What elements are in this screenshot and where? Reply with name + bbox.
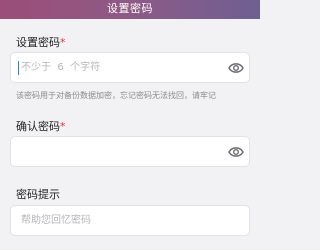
confirm-password-field[interactable] <box>10 136 250 167</box>
text-cursor <box>18 61 19 75</box>
confirm-password-label: 确认密码* <box>16 120 66 133</box>
set-password-label: 设置密码* <box>16 36 66 49</box>
password-hint-field[interactable]: 帮助您回忆密码 <box>10 205 250 236</box>
password-hint-label: 密码提示 <box>16 188 60 201</box>
required-mark: * <box>60 36 66 49</box>
required-mark: * <box>60 120 66 133</box>
set-password-field[interactable]: 不少于 6 个字符 <box>10 52 250 83</box>
page-title: 设置密码 <box>107 2 153 15</box>
set-password-hint: 该密码用于对备份数据加密，忘记密码无法找回，请牢记 <box>16 91 216 100</box>
set-password-placeholder: 不少于 6 个字符 <box>21 62 101 73</box>
password-hint-placeholder: 帮助您回忆密码 <box>21 215 91 226</box>
eye-icon[interactable] <box>228 61 244 75</box>
page-header: 设置密码 <box>0 0 260 19</box>
eye-icon[interactable] <box>228 145 244 159</box>
